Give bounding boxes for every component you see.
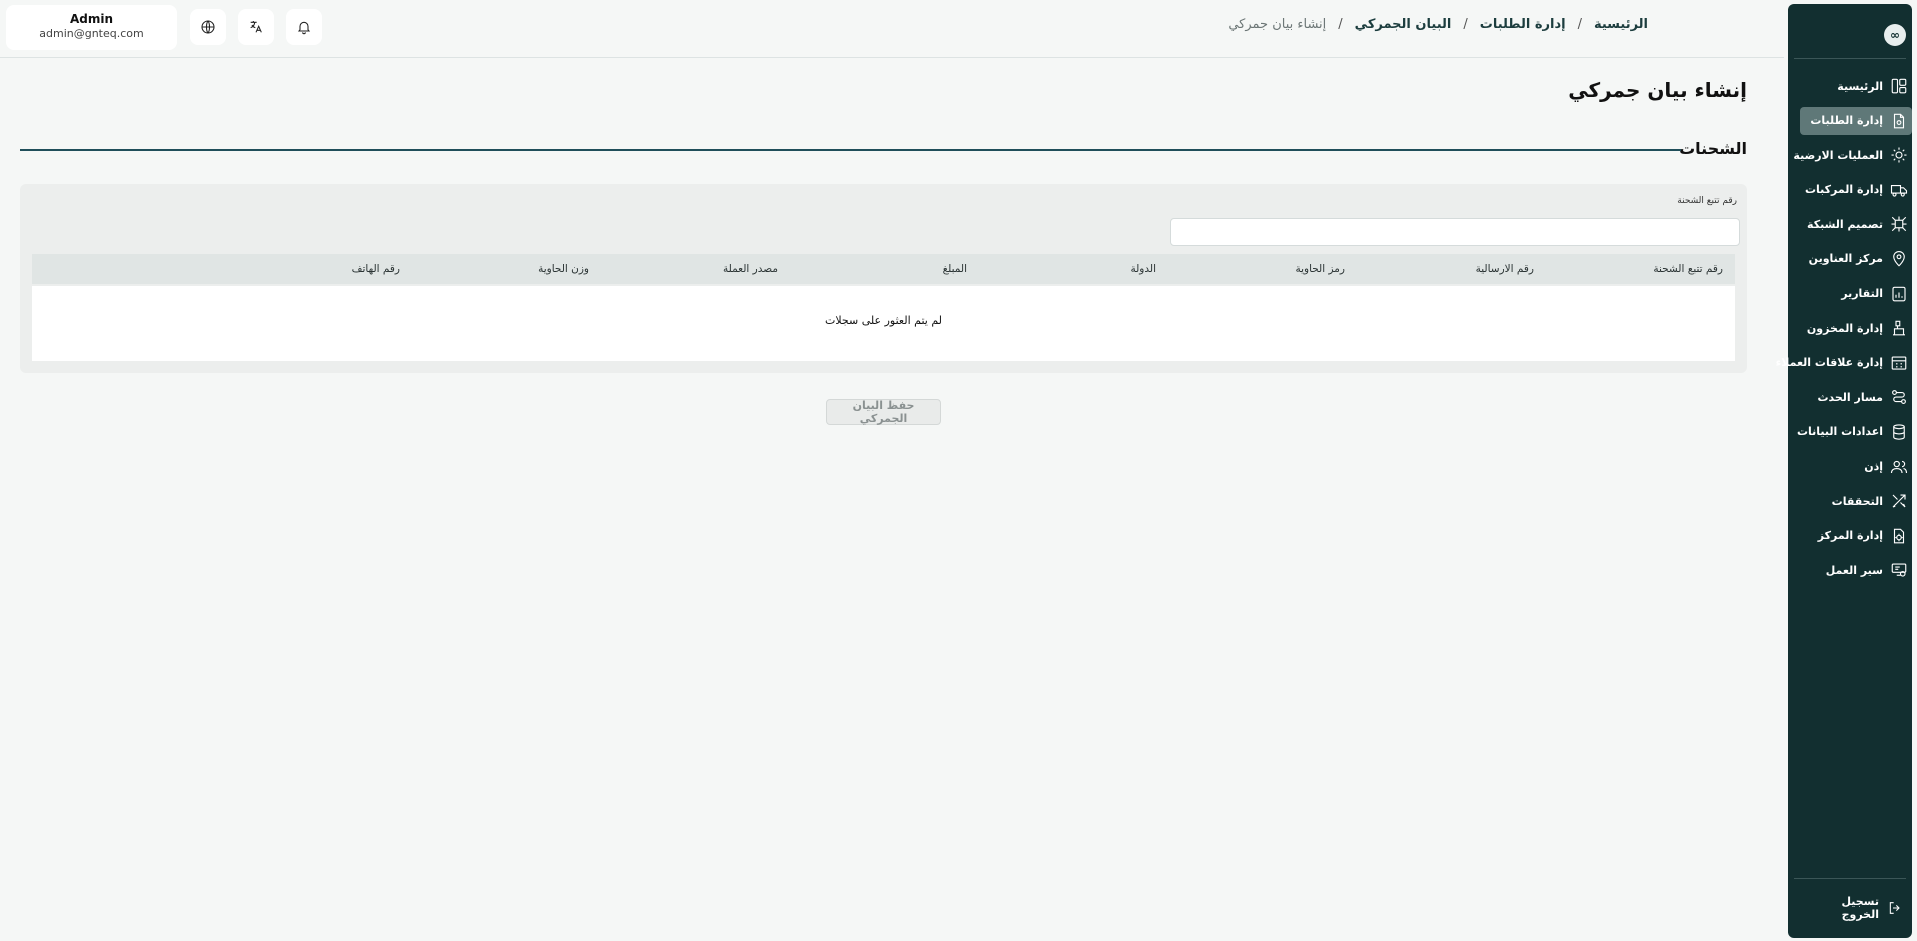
sidebar-item-label: الرئيسية bbox=[1837, 79, 1883, 93]
save-customs-declaration-button[interactable]: حفظ البيان الجمركي bbox=[826, 399, 941, 425]
sidebar-item-home[interactable]: الرئيسية bbox=[1800, 72, 1912, 100]
network-icon bbox=[1890, 215, 1908, 233]
translate-icon bbox=[250, 21, 262, 33]
sidebar-item-label: التقارير bbox=[1841, 287, 1883, 301]
column-container-code: رمز الحاوية bbox=[1295, 263, 1345, 275]
sidebar-item-event-route[interactable]: مسار الحدث bbox=[1800, 383, 1912, 411]
dashboard-icon bbox=[1890, 77, 1908, 95]
sidebar-item-crm[interactable]: إدارة علاقات العملاء bbox=[1776, 349, 1912, 377]
sidebar-item-label: سير العمل bbox=[1825, 563, 1883, 577]
workflow-icon bbox=[1890, 561, 1908, 579]
sidebar-item-label: مركز العناوين bbox=[1808, 252, 1883, 266]
notifications-button[interactable] bbox=[286, 9, 322, 45]
sidebar-item-reports[interactable]: التقارير bbox=[1800, 280, 1912, 308]
truck-icon bbox=[1890, 181, 1908, 199]
top-header: Admin admin@gnteq.com الرئيسية / إدارة ا… bbox=[0, 0, 1784, 58]
inventory-icon bbox=[1890, 319, 1908, 337]
sidebar-divider bbox=[1794, 58, 1906, 59]
sidebar-item-network[interactable]: تصميم الشبكة bbox=[1800, 210, 1912, 238]
column-amount: المبلغ bbox=[942, 263, 967, 275]
column-phone-number: رقم الهاتف bbox=[351, 263, 400, 275]
language-globe-button[interactable] bbox=[190, 9, 226, 45]
column-consignment-number: رقم الارسالية bbox=[1475, 263, 1534, 275]
table-header: رقم تتبع الشحنة رقم الارسالية رمز الحاوي… bbox=[32, 254, 1735, 284]
tracking-number-label: رقم تتبع الشحنة bbox=[1677, 196, 1737, 206]
ground-ops-icon bbox=[1890, 146, 1908, 164]
sidebar-item-data-settings[interactable]: اعدادات البيانات bbox=[1796, 418, 1912, 446]
sidebar-item-label: مسار الحدث bbox=[1817, 390, 1883, 404]
sidebar-item-orders[interactable]: إدارة الطلبات bbox=[1800, 106, 1912, 135]
sidebar-item-permissions[interactable]: إذن bbox=[1800, 453, 1912, 481]
sidebar-item-label: إدارة علاقات العملاء bbox=[1775, 356, 1883, 370]
sidebar-bottom-divider bbox=[1794, 878, 1906, 879]
hub-settings-icon bbox=[1890, 527, 1908, 545]
location-pin-icon bbox=[1890, 250, 1908, 268]
bell-icon bbox=[297, 21, 311, 35]
breadcrumb: الرئيسية / إدارة الطلبات / البيان الجمرك… bbox=[1228, 17, 1648, 32]
sidebar-item-label: تصميم الشبكة bbox=[1807, 217, 1883, 231]
sidebar-item-label: إدارة المركز bbox=[1817, 529, 1883, 543]
shipments-panel: رقم تتبع الشحنة رقم تتبع الشحنة رقم الار… bbox=[20, 184, 1747, 373]
breadcrumb-current: إنشاء بيان جمركي bbox=[1228, 17, 1327, 32]
sidebar-item-workflow[interactable]: سير العمل bbox=[1800, 556, 1912, 584]
column-container-weight: وزن الحاوية bbox=[538, 263, 589, 275]
sidebar-item-label: إدارة المركبات bbox=[1804, 183, 1883, 197]
section-divider bbox=[20, 149, 1681, 151]
section-title: الشحنات bbox=[1679, 139, 1747, 158]
page-title: إنشاء بيان جمركي bbox=[1568, 78, 1747, 102]
sidebar-item-label: التحققات bbox=[1831, 494, 1883, 508]
breadcrumb-home[interactable]: الرئيسية bbox=[1594, 17, 1648, 32]
sidebar-item-label: إدارة المخزون bbox=[1806, 321, 1883, 335]
breadcrumb-orders[interactable]: إدارة الطلبات bbox=[1480, 17, 1566, 32]
logout-label: تسجيل الخروج bbox=[1841, 895, 1879, 921]
report-chart-icon bbox=[1890, 285, 1908, 303]
sidebar-item-ground-ops[interactable]: العمليات الارضية bbox=[1793, 141, 1912, 169]
tracking-number-input[interactable] bbox=[1170, 218, 1740, 246]
app-logo[interactable]: ∞ bbox=[1884, 24, 1906, 46]
users-icon bbox=[1890, 458, 1908, 476]
user-email: admin@gnteq.com bbox=[39, 27, 144, 40]
sidebar-item-verifications[interactable]: التحققات bbox=[1800, 487, 1912, 515]
logout-button[interactable]: تسجيل الخروج bbox=[1808, 895, 1904, 921]
sidebar-item-label: اعدادات البيانات bbox=[1796, 425, 1883, 439]
sidebar-item-addresses[interactable]: مركز العناوين bbox=[1800, 245, 1912, 273]
sidebar-menu: الرئيسية إدارة الطلبات العمليات الارضية … bbox=[1776, 72, 1912, 591]
sidebar-item-vehicles[interactable]: إدارة المركبات bbox=[1800, 176, 1912, 204]
sidebar: ∞ الرئيسية إدارة الطلبات العمليات الارضي… bbox=[1776, 4, 1912, 938]
sidebar-item-label: إذن bbox=[1864, 460, 1883, 474]
translate-button[interactable] bbox=[238, 9, 274, 45]
user-name: Admin bbox=[69, 12, 114, 26]
order-file-icon bbox=[1890, 112, 1908, 130]
sidebar-item-hub-management[interactable]: إدارة المركز bbox=[1800, 522, 1912, 550]
logout-icon bbox=[1886, 899, 1904, 917]
tools-icon bbox=[1890, 492, 1908, 510]
column-currency-source: مصدر العملة bbox=[722, 263, 778, 275]
crm-icon bbox=[1890, 354, 1908, 372]
column-country: الدولة bbox=[1130, 263, 1156, 275]
sidebar-item-inventory[interactable]: إدارة المخزون bbox=[1800, 314, 1912, 342]
globe-icon bbox=[201, 20, 215, 34]
route-icon bbox=[1890, 388, 1908, 406]
empty-state-message: لم يتم العثور على سجلات bbox=[825, 314, 942, 327]
user-profile-card[interactable]: Admin admin@gnteq.com bbox=[6, 5, 177, 50]
breadcrumb-customs[interactable]: البيان الجمركي bbox=[1355, 17, 1452, 32]
column-tracking-number: رقم تتبع الشحنة bbox=[1653, 263, 1723, 275]
table-body: لم يتم العثور على سجلات bbox=[32, 286, 1735, 361]
database-icon bbox=[1890, 423, 1908, 441]
sidebar-item-label: إدارة الطلبات bbox=[1810, 114, 1883, 128]
sidebar-item-label: العمليات الارضية bbox=[1793, 148, 1883, 162]
